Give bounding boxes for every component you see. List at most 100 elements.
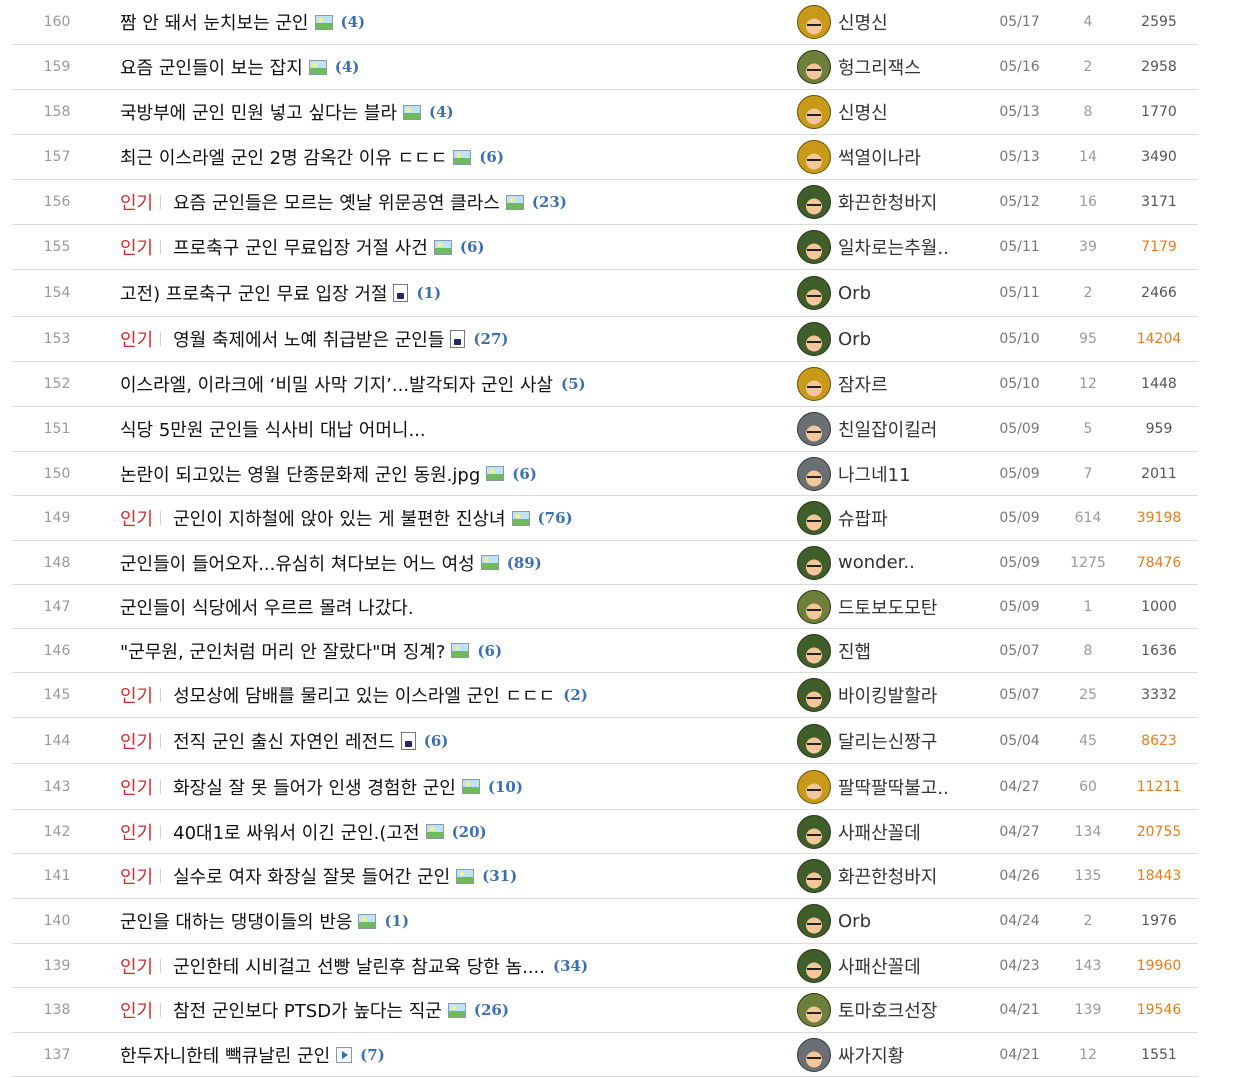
author-name[interactable]: 신명신: [838, 9, 888, 35]
post-title[interactable]: 논란이 되고있는 영월 단종문화제 군인 동원.jpg (6): [120, 452, 790, 495]
author-name[interactable]: 일차로는추월..: [838, 234, 949, 260]
post-row[interactable]: 145 인기 성모상에 담배를 물리고 있는 이스라엘 군인 ㄷㄷㄷ (2) 바이킹발할…: [12, 673, 1198, 718]
author-name[interactable]: 친일잡이킬러: [838, 416, 937, 442]
author-name[interactable]: Orb: [838, 283, 871, 304]
post-title-link[interactable]: 고전) 프로축구 군인 무료 입장 거절: [120, 280, 387, 306]
post-author[interactable]: 일차로는추월..: [797, 225, 997, 269]
post-author[interactable]: 팔딱팔딱불고..: [797, 764, 997, 809]
post-title[interactable]: 요즘 군인들이 보는 잡지 (4): [120, 45, 790, 89]
post-title[interactable]: 국방부에 군인 민원 넣고 싶다는 블라 (4): [120, 90, 790, 134]
post-title[interactable]: 인기 요즘 군인들은 모르는 옛날 위문공연 클라스 (23): [120, 180, 790, 224]
post-author[interactable]: Orb: [797, 270, 997, 316]
author-name[interactable]: Orb: [838, 911, 871, 932]
post-title[interactable]: 인기 성모상에 담배를 물리고 있는 이스라엘 군인 ㄷㄷㄷ (2): [120, 673, 790, 717]
post-title-link[interactable]: 요즘 군인들이 보는 잡지: [120, 54, 303, 80]
post-author[interactable]: 드토보도모탄: [797, 585, 997, 628]
post-title[interactable]: "군무원, 군인처럼 머리 안 잘랐다"며 징계? (6): [120, 629, 790, 672]
post-row[interactable]: 137 한두자니한테 빽큐날린 군인 (7) 싸가지황 04/21 12 1551: [12, 1033, 1198, 1077]
post-row[interactable]: 138 인기 참전 군인보다 PTSD가 높다는 직군 (26) 토마호크선장 04/21…: [12, 988, 1198, 1033]
post-title-link[interactable]: 프로축구 군인 무료입장 거절 사건: [173, 234, 428, 260]
post-title-link[interactable]: 참전 군인보다 PTSD가 높다는 직군: [173, 997, 442, 1023]
post-author[interactable]: 신명신: [797, 0, 997, 44]
author-name[interactable]: 헝그리잭스: [838, 54, 921, 80]
author-name[interactable]: 사패산꼴데: [838, 819, 921, 845]
author-name[interactable]: 화끈한청바지: [838, 189, 937, 215]
post-row[interactable]: 154 고전) 프로축구 군인 무료 입장 거절 (1) Orb 05/11 2 2466: [12, 270, 1198, 317]
post-row[interactable]: 147 군인들이 식당에서 우르르 몰려 나갔다. 드토보도모탄 05/09 1 1000: [12, 585, 1198, 629]
post-author[interactable]: 친일잡이킬러: [797, 407, 997, 451]
post-title-link[interactable]: 군인들이 식당에서 우르르 몰려 나갔다.: [120, 594, 414, 620]
post-title[interactable]: 최근 이스라엘 군인 2명 감옥간 이유 ㄷㄷㄷ (6): [120, 135, 790, 179]
comment-count[interactable]: (1): [384, 912, 409, 930]
comment-count[interactable]: (4): [341, 13, 366, 31]
author-name[interactable]: 달리는신짱구: [838, 728, 937, 754]
post-row[interactable]: 140 군인을 대하는 댕댕이들의 반응 (1) Orb 04/24 2 1976: [12, 899, 1198, 944]
post-author[interactable]: 신명신: [797, 90, 997, 134]
post-title[interactable]: 고전) 프로축구 군인 무료 입장 거절 (1): [120, 270, 790, 316]
comment-count[interactable]: (20): [452, 823, 487, 841]
post-title-link[interactable]: 이스라엘, 이라크에 ‘비밀 사막 기지’...발각되자 군인 사살: [120, 371, 553, 397]
comment-count[interactable]: (4): [335, 58, 360, 76]
post-title[interactable]: 군인들이 들어오자...유심히 쳐다보는 어느 여성 (89): [120, 541, 790, 584]
comment-count[interactable]: (34): [553, 957, 588, 975]
post-row[interactable]: 153 인기 영월 축제에서 노예 취급받은 군인들 (27) Orb 05/10 95 14…: [12, 317, 1198, 362]
post-author[interactable]: 토마호크선장: [797, 988, 997, 1032]
post-title-link[interactable]: 짬 안 돼서 눈치보는 군인: [120, 9, 309, 35]
comment-count[interactable]: (7): [360, 1046, 385, 1064]
comment-count[interactable]: (6): [460, 238, 485, 256]
author-name[interactable]: Orb: [838, 329, 871, 350]
post-author[interactable]: Orb: [797, 317, 997, 361]
post-title-link[interactable]: 군인이 지하철에 앉아 있는 게 불편한 진상녀: [173, 505, 505, 531]
author-name[interactable]: 바이킹발할라: [838, 682, 937, 708]
comment-count[interactable]: (5): [561, 375, 586, 393]
author-name[interactable]: wonder..: [838, 552, 915, 573]
post-author[interactable]: 썩열이나라: [797, 135, 997, 179]
post-row[interactable]: 148 군인들이 들어오자...유심히 쳐다보는 어느 여성 (89) wonder.…: [12, 541, 1198, 585]
post-row[interactable]: 141 인기 실수로 여자 화장실 잘못 들어간 군인 (31) 화끈한청바지 04/26…: [12, 854, 1198, 899]
post-title[interactable]: 인기 군인한테 시비걸고 선빵 날린후 참교육 당한 놈.... (34): [120, 944, 790, 987]
comment-count[interactable]: (10): [488, 778, 523, 796]
post-row[interactable]: 157 최근 이스라엘 군인 2명 감옥간 이유 ㄷㄷㄷ (6) 썩열이나라 05/13…: [12, 135, 1198, 180]
author-name[interactable]: 잠자르: [838, 371, 888, 397]
post-title[interactable]: 군인들이 식당에서 우르르 몰려 나갔다.: [120, 585, 790, 628]
post-title[interactable]: 인기 프로축구 군인 무료입장 거절 사건 (6): [120, 225, 790, 269]
post-title-link[interactable]: 성모상에 담배를 물리고 있는 이스라엘 군인 ㄷㄷㄷ: [173, 682, 555, 708]
post-title[interactable]: 군인을 대하는 댕댕이들의 반응 (1): [120, 899, 790, 943]
comment-count[interactable]: (6): [479, 148, 504, 166]
author-name[interactable]: 싸가지황: [838, 1042, 904, 1068]
comment-count[interactable]: (26): [474, 1001, 509, 1019]
author-name[interactable]: 드토보도모탄: [838, 594, 937, 620]
post-title-link[interactable]: 국방부에 군인 민원 넣고 싶다는 블라: [120, 99, 397, 125]
author-name[interactable]: 사패산꼴데: [838, 953, 921, 979]
post-title-link[interactable]: 실수로 여자 화장실 잘못 들어간 군인: [173, 863, 450, 889]
author-name[interactable]: 팔딱팔딱불고..: [838, 774, 949, 800]
comment-count[interactable]: (31): [482, 867, 517, 885]
author-name[interactable]: 썩열이나라: [838, 144, 921, 170]
post-row[interactable]: 146 "군무원, 군인처럼 머리 안 잘랐다"며 징계? (6) 진햅 05/07 8 1…: [12, 629, 1198, 673]
post-title[interactable]: 인기 참전 군인보다 PTSD가 높다는 직군 (26): [120, 988, 790, 1032]
post-title-link[interactable]: 한두자니한테 빽큐날린 군인: [120, 1042, 330, 1068]
post-row[interactable]: 150 논란이 되고있는 영월 단종문화제 군인 동원.jpg (6) 나그네11 05…: [12, 452, 1198, 496]
post-author[interactable]: 화끈한청바지: [797, 180, 997, 224]
comment-count[interactable]: (6): [477, 642, 502, 660]
post-author[interactable]: 사패산꼴데: [797, 944, 997, 987]
post-title[interactable]: 한두자니한테 빽큐날린 군인 (7): [120, 1033, 790, 1076]
author-name[interactable]: 나그네11: [838, 461, 911, 487]
post-author[interactable]: 슈팝파: [797, 496, 997, 540]
author-name[interactable]: 토마호크선장: [838, 997, 937, 1023]
comment-count[interactable]: (4): [429, 103, 454, 121]
comment-count[interactable]: (6): [424, 732, 449, 750]
post-author[interactable]: 화끈한청바지: [797, 854, 997, 898]
post-title-link[interactable]: 군인들이 들어오자...유심히 쳐다보는 어느 여성: [120, 550, 475, 576]
comment-count[interactable]: (27): [473, 330, 508, 348]
post-title-link[interactable]: 논란이 되고있는 영월 단종문화제 군인 동원.jpg: [120, 461, 480, 487]
post-title-link[interactable]: 군인을 대하는 댕댕이들의 반응: [120, 908, 352, 934]
post-row[interactable]: 143 인기 화장실 잘 못 들어가 인생 경험한 군인 (10) 팔딱팔딱불고.. 04…: [12, 764, 1198, 810]
post-row[interactable]: 155 인기 프로축구 군인 무료입장 거절 사건 (6) 일차로는추월.. 05/11 3…: [12, 225, 1198, 270]
post-title[interactable]: 인기 화장실 잘 못 들어가 인생 경험한 군인 (10): [120, 764, 790, 809]
post-title-link[interactable]: 40대1로 싸워서 이긴 군인.(고전: [173, 819, 419, 845]
author-name[interactable]: 화끈한청바지: [838, 863, 937, 889]
post-row[interactable]: 151 식당 5만원 군인들 식사비 대납 어머니... 친일잡이킬러 05/09 5 9…: [12, 407, 1198, 452]
post-row[interactable]: 152 이스라엘, 이라크에 ‘비밀 사막 기지’...발각되자 군인 사살 (5)…: [12, 362, 1198, 407]
comment-count[interactable]: (1): [416, 284, 441, 302]
